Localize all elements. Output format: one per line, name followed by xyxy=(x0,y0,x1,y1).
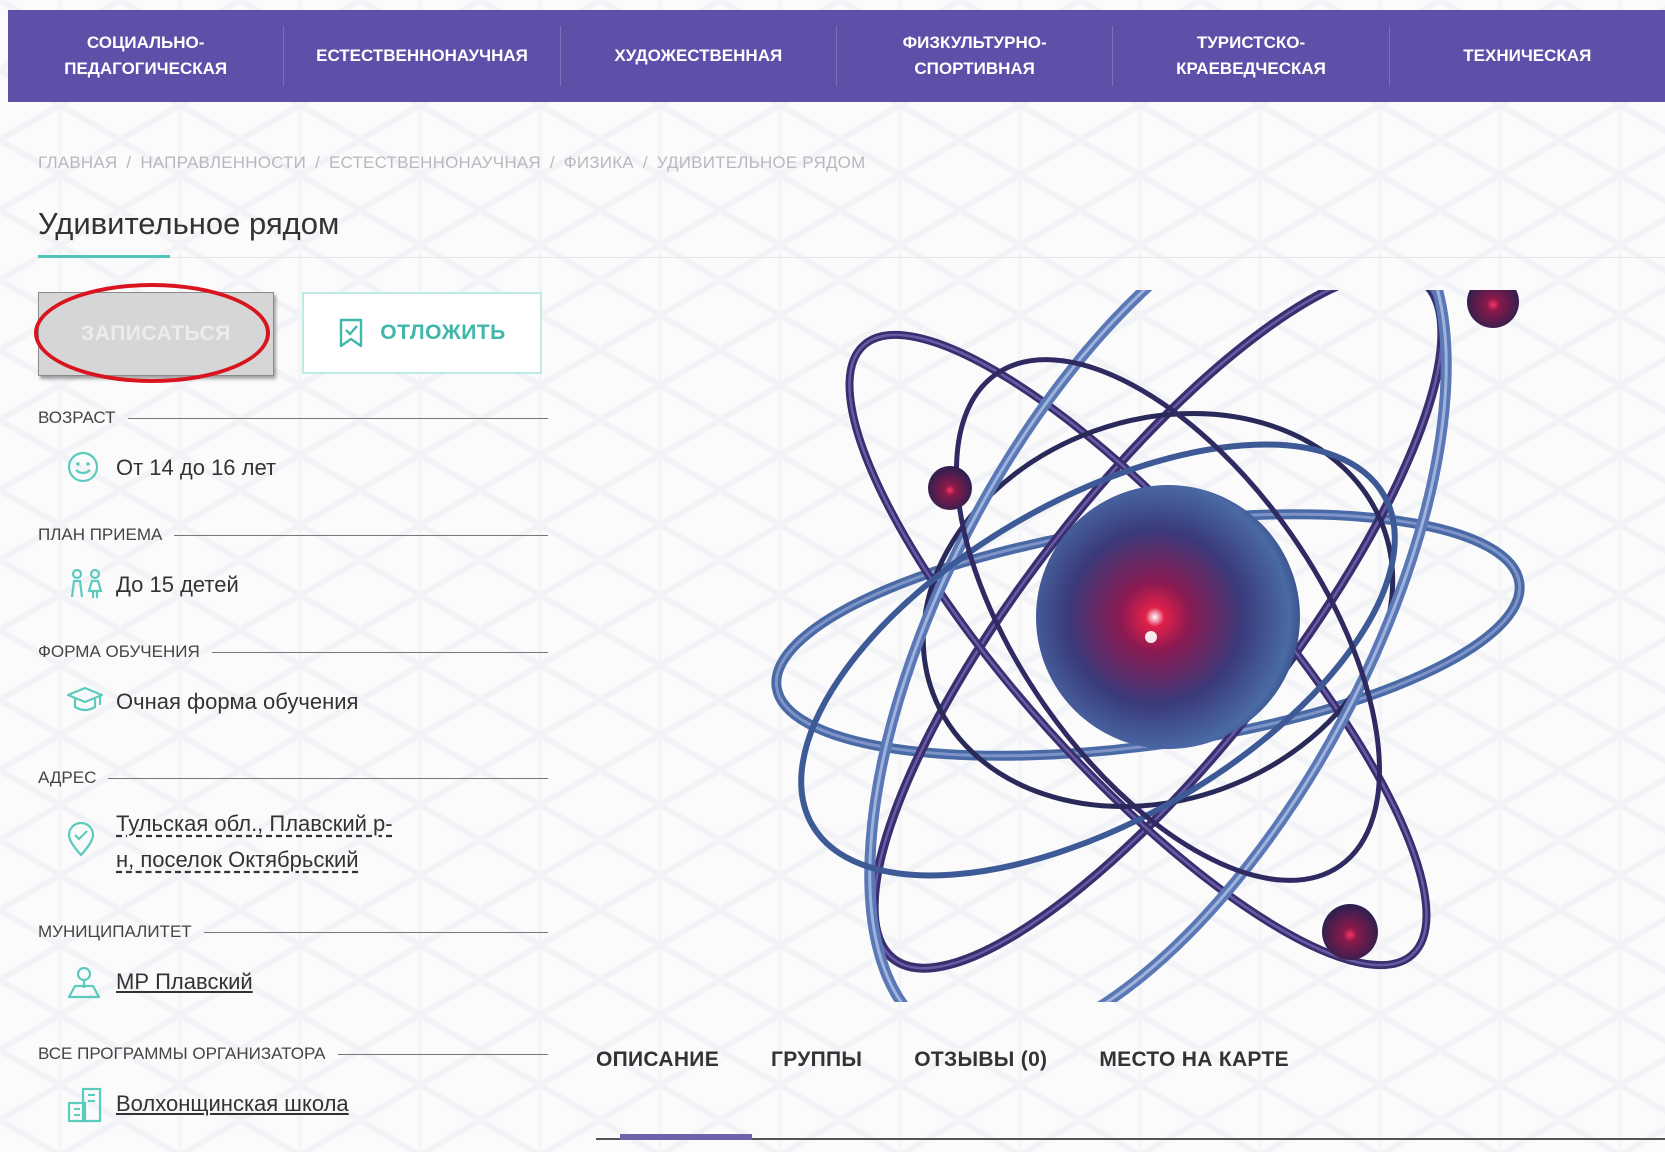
enroll-button[interactable]: ЗАПИСАТЬСЯ xyxy=(38,292,274,376)
address-label: АДРЕС xyxy=(38,768,97,787)
breadcrumb-directions[interactable]: НАПРАВЛЕННОСТИ xyxy=(140,153,306,172)
section-divider xyxy=(211,651,548,653)
breadcrumb-separator: / xyxy=(642,153,648,172)
breadcrumb: ГЛАВНАЯ / НАПРАВЛЕННОСТИ / ЕСТЕСТВЕННОНАУЧНА… xyxy=(38,153,865,173)
nav-label-line: ТЕХНИЧЕСКАЯ xyxy=(1463,46,1592,65)
breadcrumb-current: УДИВИТЕЛЬНОЕ РЯДОМ xyxy=(656,153,866,172)
organizer-link[interactable]: Волхонщинская школа xyxy=(116,1086,349,1122)
municipality-link[interactable]: МР Плавский xyxy=(116,964,253,1000)
study-form-section: ФОРМА ОБУЧЕНИЯ Очная форма обучения xyxy=(38,642,548,720)
nav-item-natural-science[interactable]: ЕСТЕСТВЕННОНАУЧНАЯ xyxy=(283,26,559,86)
address-line-1: Тульская обл., Плавский р- xyxy=(116,811,393,836)
address-section: АДРЕС Тульская обл., Плавский р- н, посе… xyxy=(38,768,548,878)
bookmark-check-icon xyxy=(338,318,364,348)
tab-map-location[interactable]: МЕСТО НА КАРТЕ xyxy=(1099,1048,1289,1072)
organizer-label: ВСЕ ПРОГРАММЫ ОРГАНИЗАТОРА xyxy=(38,1044,326,1063)
nav-label-line: СОЦИАЛЬНО- xyxy=(86,33,205,52)
nav-label-line: КРАЕВЕДЧЕСКАЯ xyxy=(1176,59,1326,78)
map-person-icon xyxy=(66,964,116,1000)
age-section: ВОЗРАСТ От 14 до 16 лет xyxy=(38,408,548,486)
admission-plan-section: ПЛАН ПРИЕМА До 15 детей xyxy=(38,525,548,603)
page-title: Удивительное рядом xyxy=(38,206,340,241)
tab-groups[interactable]: ГРУППЫ xyxy=(771,1048,862,1072)
admission-plan-value: До 15 детей xyxy=(116,572,239,597)
address-line-2: н, поселок Октябрьский xyxy=(116,847,359,872)
tabs-divider xyxy=(596,1138,1665,1140)
municipality-label: МУНИЦИПАЛИТЕТ xyxy=(38,922,192,941)
breadcrumb-separator: / xyxy=(549,153,555,172)
location-check-icon xyxy=(66,806,116,858)
nav-item-tourist[interactable]: ТУРИСТСКО- КРАЕВЕДЧЕСКАЯ xyxy=(1112,26,1388,86)
postpone-button[interactable]: ОТЛОЖИТЬ xyxy=(302,292,542,374)
active-tab-indicator xyxy=(620,1134,752,1140)
atom-illustration xyxy=(771,187,1525,1053)
breadcrumb-separator: / xyxy=(126,153,132,172)
breadcrumb-physics[interactable]: ФИЗИКА xyxy=(564,153,634,172)
section-divider xyxy=(108,777,548,779)
graduation-cap-icon xyxy=(66,684,116,716)
nav-label-line: ПЕДАГОГИЧЕСКАЯ xyxy=(64,59,228,78)
program-hero-image xyxy=(738,187,1665,1053)
admission-plan-label: ПЛАН ПРИЕМА xyxy=(38,525,163,544)
section-divider xyxy=(174,534,548,536)
tab-description[interactable]: ОПИСАНИЕ xyxy=(596,1048,719,1072)
nav-label-line: ФИЗКУЛЬТУРНО- xyxy=(902,33,1047,52)
nav-label-line: ТУРИСТСКО- xyxy=(1196,33,1306,52)
study-form-label: ФОРМА ОБУЧЕНИЯ xyxy=(38,642,200,661)
nav-item-social-pedagogical[interactable]: СОЦИАЛЬНО- ПЕДАГОГИЧЕСКАЯ xyxy=(8,26,283,86)
children-icon xyxy=(66,567,116,601)
program-tabs: ОПИСАНИЕ ГРУППЫ ОТЗЫВЫ (0) МЕСТО НА КАРТ… xyxy=(596,1048,1341,1072)
title-accent-underline xyxy=(38,255,170,258)
municipality-section: МУНИЦИПАЛИТЕТ МР Плавский xyxy=(38,922,548,1000)
breadcrumb-separator: / xyxy=(315,153,320,172)
study-form-value: Очная форма обучения xyxy=(116,689,359,714)
title-divider xyxy=(38,257,1665,258)
age-label: ВОЗРАСТ xyxy=(38,408,116,427)
nav-label-line: ЕСТЕСТВЕННОНАУЧНАЯ xyxy=(316,46,528,65)
breadcrumb-natural-science[interactable]: ЕСТЕСТВЕННОНАУЧНАЯ xyxy=(329,153,541,172)
breadcrumb-home[interactable]: ГЛАВНАЯ xyxy=(38,153,117,172)
postpone-button-label: ОТЛОЖИТЬ xyxy=(380,321,506,344)
address-link[interactable]: Тульская обл., Плавский р- н, поселок Ок… xyxy=(116,806,393,878)
nav-item-artistic[interactable]: ХУДОЖЕСТВЕННАЯ xyxy=(559,26,836,86)
section-divider xyxy=(127,417,548,419)
section-divider xyxy=(203,931,548,933)
section-divider xyxy=(337,1053,548,1055)
nav-label-line: СПОРТИВНАЯ xyxy=(914,59,1035,78)
smile-icon xyxy=(66,450,116,484)
enroll-button-label: ЗАПИСАТЬСЯ xyxy=(81,322,231,345)
nav-item-technical[interactable]: ТЕХНИЧЕСКАЯ xyxy=(1388,26,1665,86)
age-value: От 14 до 16 лет xyxy=(116,455,277,480)
nav-item-sports[interactable]: ФИЗКУЛЬТУРНО- СПОРТИВНАЯ xyxy=(835,26,1112,86)
category-nav: СОЦИАЛЬНО- ПЕДАГОГИЧЕСКАЯ ЕСТЕСТВЕННОНАУЧ… xyxy=(8,10,1665,102)
tab-reviews[interactable]: ОТЗЫВЫ (0) xyxy=(914,1048,1047,1072)
organizer-section: ВСЕ ПРОГРАММЫ ОРГАНИЗАТОРА Волхонщинская… xyxy=(38,1044,548,1124)
nav-label-line: ХУДОЖЕСТВЕННАЯ xyxy=(614,46,783,65)
building-icon xyxy=(66,1086,116,1124)
